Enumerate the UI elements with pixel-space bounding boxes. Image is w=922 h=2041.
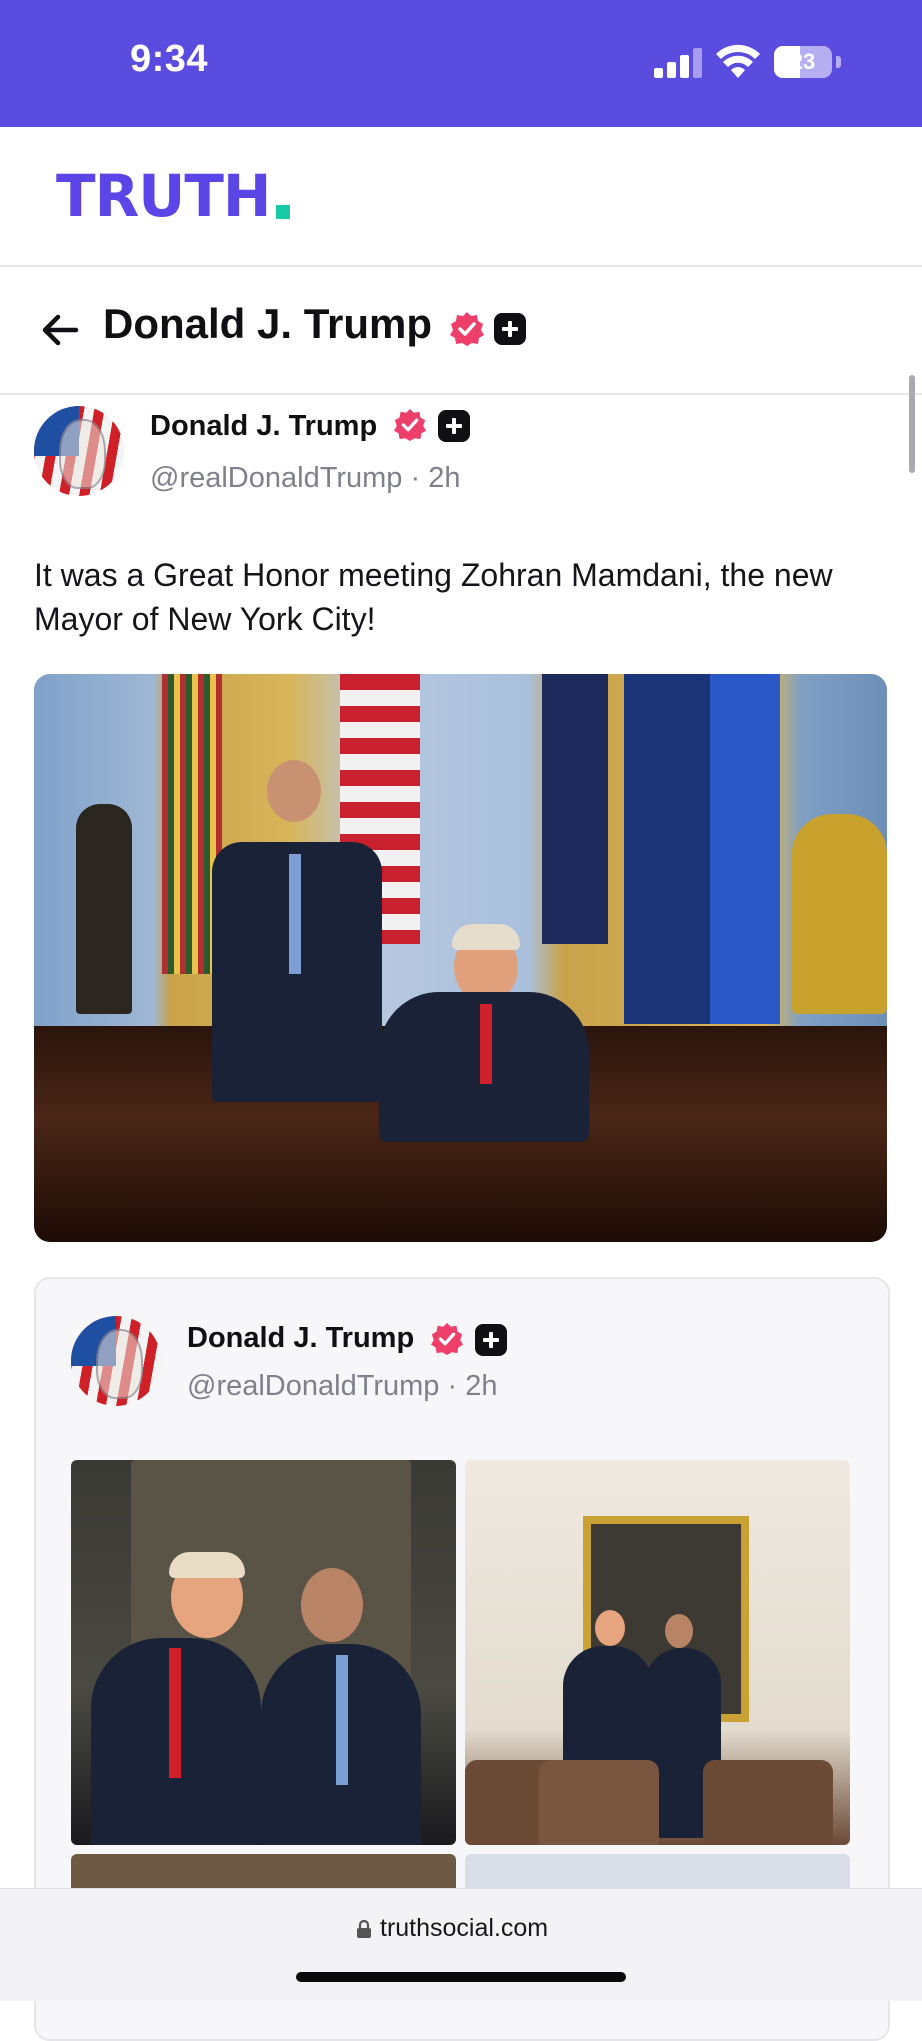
author-avatar[interactable] [34,406,124,496]
post-author-name[interactable]: Donald J. Trump [150,410,377,443]
post-time[interactable]: 2h [428,462,460,494]
verified-badge-icon [393,408,427,442]
photo-decor [76,804,132,1014]
cellular-signal-icon [654,48,702,78]
truth-logo-dot [276,205,290,219]
quoted-post-time[interactable]: 2h [465,1370,497,1402]
truth-plus-badge-icon [494,313,526,345]
quoted-author-avatar[interactable] [71,1316,161,1406]
photo-decor [792,814,887,1014]
quoted-post-handle[interactable]: @realDonaldTrump [187,1370,439,1402]
quoted-image-2[interactable] [465,1460,850,1845]
verified-badge-icon [430,1322,464,1356]
post-text: It was a Great Honor meeting Zohran Mamd… [34,557,833,637]
status-time: 9:34 [130,38,209,80]
browser-address-bar [0,1888,922,2001]
wifi-icon [716,44,760,78]
meta-separator: · [447,1370,458,1402]
meta-separator: · [410,462,421,494]
post-image[interactable] [34,674,887,1242]
truth-plus-badge-icon [475,1324,507,1356]
post-meta: @realDonaldTrump · 2h [150,462,460,495]
home-indicator[interactable] [296,1972,626,1982]
truth-plus-badge-icon [438,410,470,442]
post-handle[interactable]: @realDonaldTrump [150,462,402,494]
browser-url[interactable]: truthsocial.com [380,1914,548,1943]
quoted-author-name[interactable]: Donald J. Trump [187,1322,414,1355]
battery-icon: 23 [774,46,832,78]
photo-decor [624,674,714,1024]
battery-nub [836,56,841,68]
quoted-post-meta: @realDonaldTrump · 2h [187,1370,497,1403]
photo-decor [542,674,608,944]
lock-icon [357,1920,371,1938]
battery-level: 23 [790,49,816,74]
profile-title: Donald J. Trump [103,300,433,347]
truth-logo[interactable]: TRUTH [56,162,271,230]
scrollbar-thumb[interactable] [909,375,915,473]
divider [0,393,922,395]
back-arrow-icon[interactable] [38,308,82,352]
photo-decor [710,674,780,1024]
quoted-image-1[interactable] [71,1460,456,1845]
verified-badge-icon [450,312,484,346]
